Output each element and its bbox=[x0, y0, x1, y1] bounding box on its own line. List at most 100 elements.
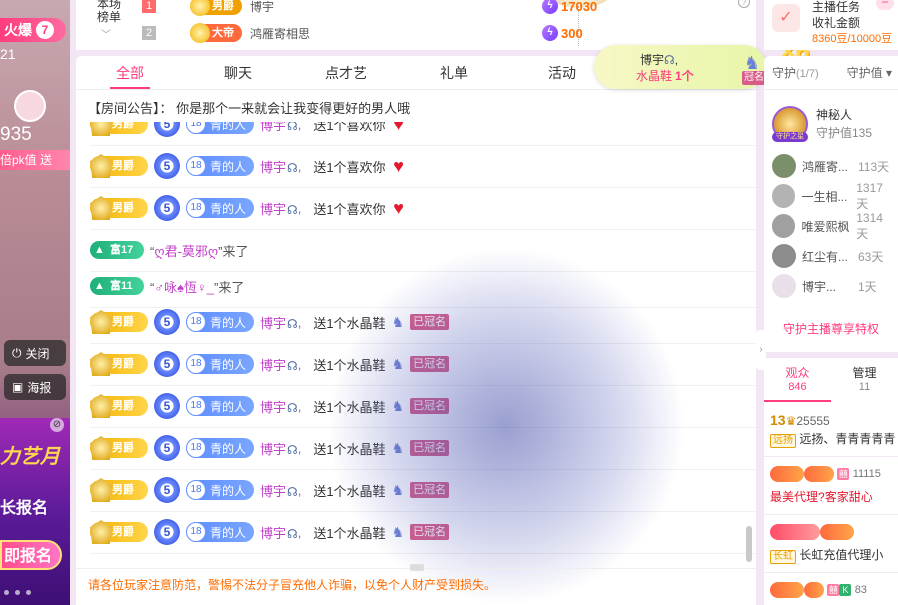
sender-name[interactable]: 博宇 bbox=[260, 397, 298, 416]
close-button[interactable]: ⏻ 关闭 bbox=[4, 340, 66, 366]
named-tag: 已冠名 bbox=[410, 314, 450, 330]
room-announcement: 【房间公告】： 你是那个一来就会让我变得更好的男人哦 bbox=[88, 101, 411, 116]
pk-value-label: 倍pk值 送 bbox=[0, 150, 70, 170]
heart-gift-icon: ♥ bbox=[393, 198, 404, 218]
guard-row[interactable]: 唯爱熙枫 1314天 bbox=[772, 211, 894, 241]
fan-level-badge: 18 青的人 bbox=[186, 156, 255, 176]
ranking-row[interactable]: 2 大帝 鸿雁寄相思 ϟ 300 bbox=[142, 22, 583, 44]
separator: , bbox=[297, 440, 302, 456]
noble-pill bbox=[804, 466, 834, 482]
audience-row-text[interactable]: 长虹 长虹充值代理小 bbox=[770, 546, 898, 564]
crystal-shoe-icon: ♞ bbox=[391, 523, 405, 540]
separator: , bbox=[297, 482, 302, 498]
tab-chat[interactable]: 聊天 bbox=[184, 56, 292, 89]
arrival-message[interactable]: 富17 “ღ君-莫邪ღ”来了 bbox=[90, 232, 756, 272]
chat-message-list[interactable]: 男爵518青的人博宇,送1个喜欢你♥男爵518青的人博宇,送1个喜欢你♥男爵51… bbox=[76, 122, 756, 570]
crystal-shoe-icon: ♞ bbox=[391, 439, 405, 456]
audience-row-text[interactable]: 远扬 远扬、青青青青青 bbox=[770, 430, 898, 448]
noble-title-badge: 大帝 bbox=[190, 23, 242, 43]
anchor-task[interactable]: ✓ 主播任务 收礼金额 8360豆/10000豆 − bbox=[764, 0, 898, 50]
sender-name[interactable]: 博宇 bbox=[260, 157, 298, 176]
carousel-dots[interactable] bbox=[4, 590, 31, 595]
guard-username: 神秘人 bbox=[816, 108, 853, 122]
task-title: 主播任务 bbox=[812, 0, 861, 14]
sender-name[interactable]: 博宇 bbox=[260, 355, 298, 374]
avatar bbox=[772, 184, 796, 208]
task-progress: 8360豆/10000豆 bbox=[812, 33, 893, 45]
gift-message[interactable]: 男爵 5 18青的人博宇, 送1个水晶鞋 ♞ 已冠名 bbox=[90, 304, 756, 344]
pk-round-number: 21 bbox=[0, 46, 16, 62]
guard-level-icon: 5 bbox=[154, 122, 180, 137]
noble-badge: 男爵 bbox=[90, 122, 148, 134]
heart-gift-icon: ♥ bbox=[393, 156, 404, 176]
ranking-row[interactable]: 1 男爵 博宇 ϟ 17030 bbox=[142, 0, 597, 17]
chat-scrollbar[interactable] bbox=[746, 526, 752, 562]
tab-talent[interactable]: 点才艺 bbox=[292, 56, 400, 89]
guard-row[interactable]: 红尘有... 63天 bbox=[772, 243, 894, 269]
avatar bbox=[772, 214, 796, 238]
separator: , bbox=[297, 398, 302, 414]
tab-guard-value[interactable]: 守护值 ▾ bbox=[847, 64, 892, 81]
sidebar-toggle-handle[interactable]: › bbox=[756, 330, 766, 370]
sender-name[interactable]: 博宇 bbox=[260, 199, 298, 218]
audience-row[interactable]: 13♛25555 bbox=[770, 412, 898, 428]
chevron-down-icon[interactable]: ﹀ bbox=[101, 26, 111, 41]
gift-message[interactable]: 男爵 5 18青的人博宇, 送1个水晶鞋 ♞ 已冠名 bbox=[90, 514, 756, 554]
gift-message[interactable]: 男爵 5 18青的人博宇, 送1个水晶鞋 ♞ 已冠名 bbox=[90, 430, 756, 470]
fan-level-badge: 18 青的人 bbox=[186, 438, 255, 458]
tab-gift-list[interactable]: 礼单 bbox=[400, 56, 508, 89]
sender-name[interactable]: 博宇 bbox=[260, 481, 298, 500]
guard-row[interactable]: 博宇... 1天 bbox=[772, 273, 894, 299]
gift-message[interactable]: 男爵 5 18青的人博宇, 送1个水晶鞋 ♞ 已冠名 bbox=[90, 346, 756, 386]
fan-level-badge: 18 青的人 bbox=[186, 396, 255, 416]
guard-privilege-link[interactable]: 守护主播尊享特权 bbox=[764, 320, 898, 337]
noble-badge: 男爵 bbox=[90, 312, 148, 332]
guard-pill bbox=[770, 524, 820, 540]
crystal-shoe-icon: ♞ bbox=[391, 313, 405, 330]
guard-row[interactable]: 鸿雁寄... 113天 bbox=[772, 153, 894, 179]
info-icon[interactable]: ? bbox=[738, 0, 750, 8]
sender-name[interactable]: 博宇 bbox=[260, 122, 298, 134]
noble-badge: 男爵 bbox=[90, 480, 148, 500]
collapse-handle[interactable] bbox=[410, 564, 424, 571]
arrival-message[interactable]: 富11 “♂咏♠恆♀_”来了 bbox=[90, 268, 756, 308]
sender-name[interactable]: 博宇 bbox=[260, 313, 298, 332]
sender-name[interactable]: 博宇 bbox=[260, 439, 298, 458]
audience-row[interactable]: 囍 11115 bbox=[770, 466, 898, 482]
gift-message[interactable]: 男爵 5 18青的人博宇, 送1个喜欢你 ♥ bbox=[90, 122, 756, 146]
arrival-text: “♂咏♠恆♀_”来了 bbox=[150, 279, 245, 295]
noble-pill bbox=[820, 524, 854, 540]
guard-tabs: 守护(1/7) 守护值 ▾ bbox=[764, 56, 898, 90]
tab-guard[interactable]: 守护(1/7) bbox=[772, 64, 819, 81]
separator: , bbox=[297, 524, 302, 540]
guard-row[interactable]: 一生相... 1317天 bbox=[772, 181, 894, 211]
promo-close-icon[interactable]: ⊘ bbox=[50, 418, 64, 432]
event-promo-banner[interactable]: 力艺月 长报名 即报名 bbox=[0, 418, 70, 605]
collapse-icon[interactable]: − bbox=[876, 0, 894, 10]
separator: , bbox=[297, 122, 302, 132]
gift-message[interactable]: 男爵 5 18青的人博宇, 送1个喜欢你 ♥ bbox=[90, 190, 756, 230]
promo-signup-button[interactable]: 即报名 bbox=[0, 540, 62, 570]
fan-level-badge: 18 青的人 bbox=[186, 312, 255, 332]
live-video-thumbnail[interactable]: 火爆 7 21 935 倍pk值 送 ⏻ 关闭 ▣ 海报 力艺月 长报名 即报名… bbox=[0, 0, 70, 605]
gift-message[interactable]: 男爵 5 18青的人博宇, 送1个水晶鞋 ♞ 已冠名 bbox=[90, 472, 756, 512]
tab-all[interactable]: 全部 bbox=[76, 56, 184, 89]
tab-admin[interactable]: 管理 11 bbox=[831, 358, 898, 402]
named-tag: 已冠名 bbox=[410, 398, 450, 414]
audience-row-text[interactable]: 最美代理?客家甜心 bbox=[770, 488, 898, 505]
guard-top-user[interactable]: 守护之星 神秘人 守护值135 bbox=[772, 106, 892, 146]
named-tag: 已冠名 bbox=[410, 524, 450, 540]
ranking-label[interactable]: 本场 榜单 bbox=[94, 0, 124, 24]
poster-button[interactable]: ▣ 海报 bbox=[4, 374, 66, 400]
audience-row[interactable]: 囍K 83 bbox=[770, 582, 898, 598]
hot-rank-badge: 火爆 7 bbox=[0, 18, 66, 42]
gift-message[interactable]: 男爵 5 18青的人博宇, 送1个水晶鞋 ♞ 已冠名 bbox=[90, 388, 756, 428]
noble-badge: 男爵 bbox=[90, 198, 148, 218]
sender-name[interactable]: 博宇 bbox=[260, 523, 298, 542]
gift-message[interactable]: 男爵 5 18青的人博宇, 送1个喜欢你 ♥ bbox=[90, 148, 756, 188]
anchor-avatar[interactable] bbox=[14, 90, 46, 122]
ranking-username: 鸿雁寄相思 bbox=[250, 26, 311, 41]
tab-audience[interactable]: 观众 846 bbox=[764, 358, 831, 402]
audience-row[interactable] bbox=[770, 524, 898, 540]
gift-text: 送1个水晶鞋 bbox=[313, 525, 386, 541]
